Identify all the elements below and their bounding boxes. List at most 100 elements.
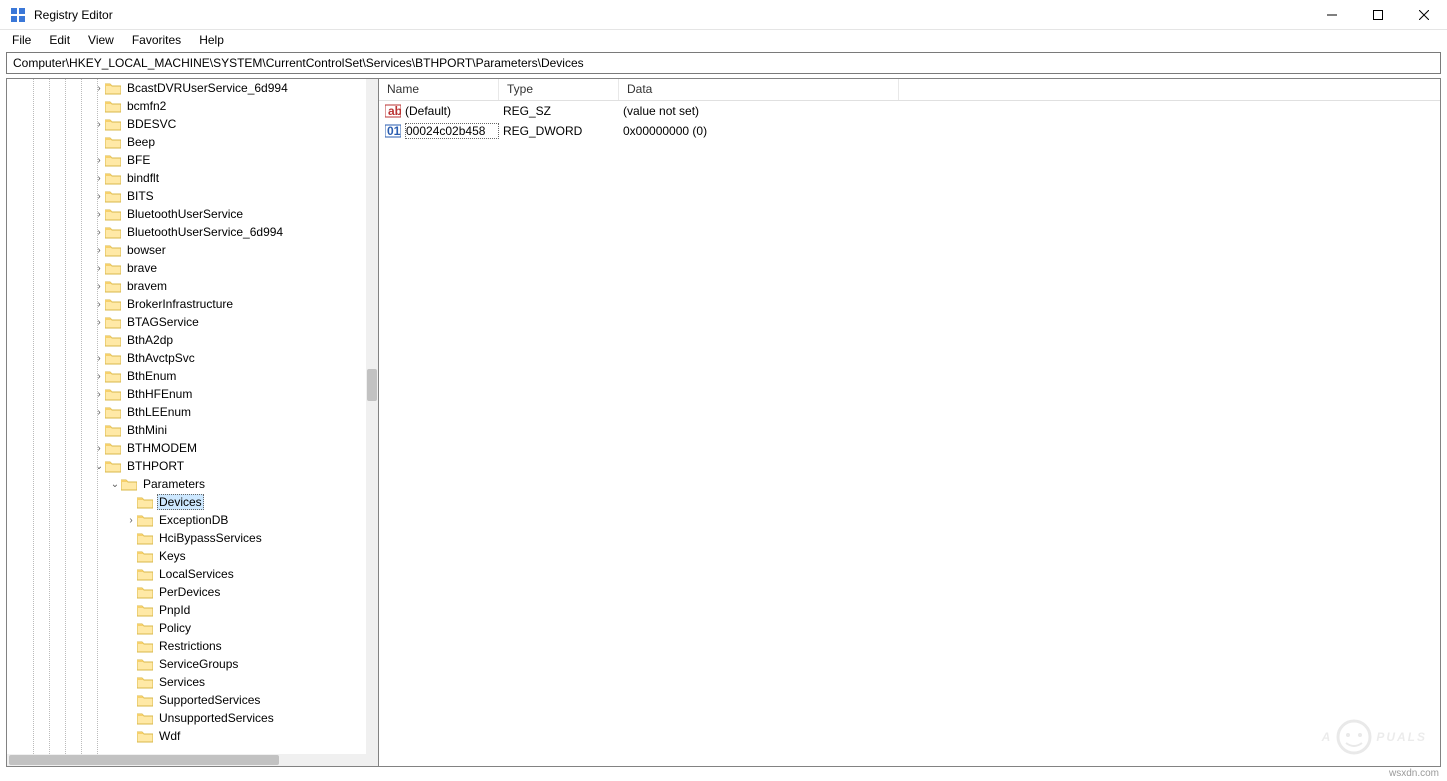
chevron-right-icon[interactable]: › [93,209,105,220]
tree-item-label: Beep [125,135,157,149]
tree-item[interactable]: Restrictions [7,637,366,655]
watermark-face-icon [1334,717,1374,757]
tree-item-label: SupportedServices [157,693,262,707]
chevron-right-icon[interactable]: › [93,227,105,238]
column-data[interactable]: Data [619,79,899,100]
tree-item[interactable]: ServiceGroups [7,655,366,673]
maximize-button[interactable] [1355,0,1401,29]
tree-item-label: UnsupportedServices [157,711,276,725]
tree-item-label: PnpId [157,603,192,617]
tree-item[interactable]: Beep [7,133,366,151]
value-row[interactable]: 00024c02b458REG_DWORD0x00000000 (0) [379,121,1440,141]
chevron-right-icon[interactable]: › [93,119,105,130]
watermark: A PUALS [1322,717,1427,757]
tree-item[interactable]: Keys [7,547,366,565]
values-list[interactable]: (Default)REG_SZ(value not set)00024c02b4… [379,101,1440,141]
tree-item-label: bindflt [125,171,161,185]
tree-item-label: BTAGService [125,315,201,329]
tree-item[interactable]: ›bravem [7,277,366,295]
tree-item[interactable]: ›BthLEEnum [7,403,366,421]
tree-item[interactable]: ›BthHFEnum [7,385,366,403]
chevron-right-icon[interactable]: › [93,263,105,274]
tree-item-label: HciBypassServices [157,531,264,545]
tree-item[interactable]: ⌄BTHPORT [7,457,366,475]
tree-item-label: Devices [157,494,204,510]
tree-item[interactable]: LocalServices [7,565,366,583]
tree-item[interactable]: HciBypassServices [7,529,366,547]
chevron-right-icon[interactable]: › [93,245,105,256]
tree-vertical-scrollbar[interactable] [366,79,378,754]
menu-file[interactable]: File [4,31,39,49]
tree-item[interactable]: ›ExceptionDB [7,511,366,529]
chevron-right-icon[interactable]: › [93,371,105,382]
tree-item[interactable]: PnpId [7,601,366,619]
tree-item[interactable]: Devices [7,493,366,511]
tree-item[interactable]: ›bowser [7,241,366,259]
tree-item[interactable]: Services [7,673,366,691]
chevron-right-icon[interactable]: › [93,353,105,364]
tree-item[interactable]: Wdf [7,727,366,745]
folder-icon [105,135,121,149]
folder-icon [105,279,121,293]
close-icon [1419,10,1429,20]
folder-icon [137,693,153,707]
chevron-down-icon[interactable]: ⌄ [93,461,105,472]
folder-icon [137,567,153,581]
chevron-right-icon[interactable]: › [125,515,137,526]
watermark-text-pre: A [1322,730,1333,744]
chevron-right-icon[interactable]: › [93,191,105,202]
tree-item[interactable]: ›BluetoothUserService_6d994 [7,223,366,241]
app-icon [10,7,26,23]
chevron-right-icon[interactable]: › [93,443,105,454]
tree-item[interactable]: ›BrokerInfrastructure [7,295,366,313]
minimize-icon [1327,10,1337,20]
chevron-right-icon[interactable]: › [93,317,105,328]
close-button[interactable] [1401,0,1447,29]
tree-item[interactable]: ›BFE [7,151,366,169]
values-header[interactable]: Name Type Data [379,79,1440,101]
menu-edit[interactable]: Edit [41,31,78,49]
address-bar[interactable]: Computer\HKEY_LOCAL_MACHINE\SYSTEM\Curre… [6,52,1441,74]
chevron-right-icon[interactable]: › [93,83,105,94]
chevron-right-icon[interactable]: › [93,155,105,166]
chevron-right-icon[interactable]: › [93,407,105,418]
tree-item-label: ServiceGroups [157,657,240,671]
menu-favorites[interactable]: Favorites [124,31,189,49]
tree-item[interactable]: ›BthEnum [7,367,366,385]
menu-help[interactable]: Help [191,31,232,49]
chevron-down-icon[interactable]: ⌄ [109,479,121,490]
chevron-right-icon[interactable]: › [93,173,105,184]
column-type[interactable]: Type [499,79,619,100]
chevron-right-icon[interactable]: › [93,299,105,310]
tree-item-label: brave [125,261,159,275]
tree-item[interactable]: › brave [7,259,366,277]
tree-guide-line [49,79,50,754]
tree-item[interactable]: UnsupportedServices [7,709,366,727]
tree-item[interactable]: ›BthAvctpSvc [7,349,366,367]
tree-item[interactable]: ›BDESVC [7,115,366,133]
tree-item[interactable]: Policy [7,619,366,637]
minimize-button[interactable] [1309,0,1355,29]
registry-tree[interactable]: ›BcastDVRUserService_6d994bcmfn2›BDESVC B… [7,79,366,754]
value-row[interactable]: (Default)REG_SZ(value not set) [379,101,1440,121]
reg-binary-icon [385,123,401,139]
tree-item[interactable]: › BTAGService [7,313,366,331]
menu-view[interactable]: View [80,31,122,49]
tree-item[interactable]: ⌄Parameters [7,475,366,493]
folder-icon [137,603,153,617]
tree-item[interactable]: ›BITS [7,187,366,205]
tree-item[interactable]: ›BluetoothUserService [7,205,366,223]
chevron-right-icon[interactable]: › [93,281,105,292]
column-name[interactable]: Name [379,79,499,100]
tree-item[interactable]: SupportedServices [7,691,366,709]
tree-item[interactable]: ›BTHMODEM [7,439,366,457]
tree-item[interactable]: › bindflt [7,169,366,187]
tree-item[interactable]: ›BcastDVRUserService_6d994 [7,79,366,97]
tree-horizontal-scrollbar[interactable] [7,754,366,766]
chevron-right-icon[interactable]: › [93,389,105,400]
tree-item[interactable]: BthMini [7,421,366,439]
tree-item[interactable]: BthA2dp [7,331,366,349]
tree-item[interactable]: bcmfn2 [7,97,366,115]
tree-item[interactable]: PerDevices [7,583,366,601]
tree-item-label: BthMini [125,423,169,437]
